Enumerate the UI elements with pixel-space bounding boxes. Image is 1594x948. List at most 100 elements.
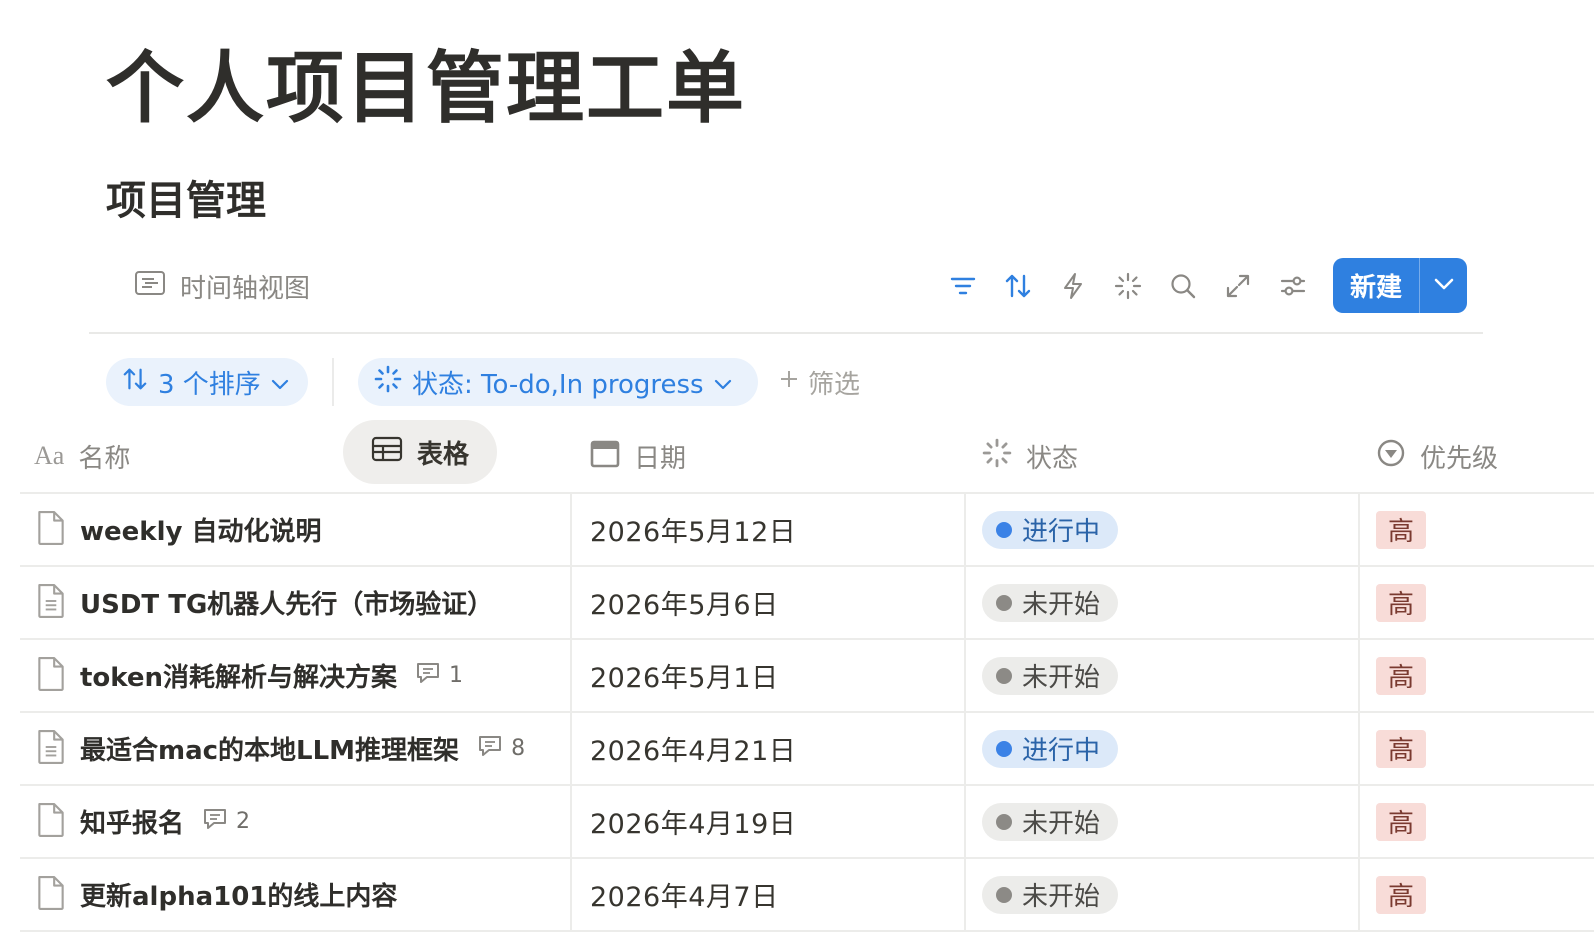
status-badge: 未开始 (982, 802, 1119, 841)
status-label: 未开始 (1022, 809, 1101, 839)
cell-status[interactable]: 未开始 (964, 786, 1358, 857)
status-badge: 未开始 (982, 583, 1119, 622)
status-loader-icon (982, 438, 1012, 475)
date-value: 2026年4月7日 (590, 882, 779, 913)
status-dot-icon (996, 886, 1012, 903)
search-icon[interactable] (1164, 266, 1202, 306)
row-title[interactable]: 更新alpha101的线上内容 (80, 876, 397, 913)
filter-icon[interactable] (944, 266, 982, 306)
page-text-icon (36, 583, 66, 623)
column-header-status-label: 状态 (1026, 443, 1079, 474)
cell-date[interactable]: 2026年4月7日 (570, 859, 964, 930)
status-dot-icon (996, 667, 1012, 684)
comment-count[interactable]: 1 (415, 661, 463, 691)
comment-count-value: 2 (236, 809, 251, 834)
column-header-name[interactable]: Aa 名称 (20, 420, 570, 492)
priority-badge: 高 (1376, 875, 1426, 914)
cell-status[interactable]: 未开始 (964, 567, 1358, 638)
cell-priority[interactable]: 高 (1358, 567, 1594, 638)
date-value: 2026年5月1日 (590, 663, 779, 694)
status-filter-label: 状态: To-do,In progress (412, 369, 704, 400)
date-value: 2026年5月6日 (590, 590, 779, 621)
cell-priority[interactable]: 高 (1358, 713, 1594, 784)
cell-priority[interactable]: 高 (1358, 640, 1594, 711)
cell-date[interactable]: 2026年4月19日 (570, 786, 964, 857)
column-header-status[interactable]: 状态 (964, 420, 1358, 492)
cell-name[interactable]: 知乎报名 2 (20, 786, 570, 857)
priority-badge: 高 (1376, 510, 1426, 549)
comment-count[interactable]: 8 (477, 734, 525, 764)
ai-sparkle-icon[interactable] (1109, 266, 1147, 306)
column-header-date[interactable]: 日期 (570, 420, 964, 492)
column-header-name-label: 名称 (78, 443, 131, 474)
calendar-icon (590, 438, 620, 475)
row-title[interactable]: 最适合mac的本地LLM推理框架 (80, 730, 459, 767)
chevron-down-icon (1433, 276, 1455, 295)
status-badge: 进行中 (982, 510, 1119, 549)
page-icon (36, 656, 66, 696)
cell-date[interactable]: 2026年4月21日 (570, 713, 964, 784)
add-filter-button[interactable]: 筛选 (778, 362, 860, 402)
table-row[interactable]: 知乎报名 2 2026年4月19日 未开始 高 (20, 786, 1594, 859)
status-label: 未开始 (1022, 663, 1101, 693)
status-filter-chip[interactable]: 状态: To-do,In progress (358, 358, 758, 406)
cell-name[interactable]: 更新alpha101的线上内容 (20, 859, 570, 930)
sort-chip-label: 3 个排序 (158, 369, 261, 400)
timeline-icon (134, 269, 166, 304)
expand-icon[interactable] (1219, 266, 1257, 306)
comment-count[interactable]: 2 (202, 807, 250, 837)
status-label: 未开始 (1022, 590, 1101, 620)
page-icon (36, 510, 66, 550)
automation-icon[interactable] (1054, 266, 1092, 306)
cell-status[interactable]: 未开始 (964, 640, 1358, 711)
cell-priority[interactable]: 高 (1358, 786, 1594, 857)
status-dot-icon (996, 594, 1012, 611)
table-row[interactable]: 更新alpha101的线上内容 2026年4月7日 未开始 高 (20, 859, 1594, 932)
sort-icon[interactable] (999, 266, 1037, 306)
cell-name[interactable]: token消耗解析与解决方案 1 (20, 640, 570, 711)
comment-count-value: 1 (449, 663, 464, 688)
table-row[interactable]: token消耗解析与解决方案 1 2026年5月1日 未开始 高 (20, 640, 1594, 713)
settings-sliders-icon[interactable] (1274, 266, 1312, 306)
view-divider (89, 332, 1483, 334)
column-header-priority-label: 优先级 (1420, 443, 1499, 474)
status-badge: 未开始 (982, 656, 1119, 695)
row-title[interactable]: weekly 自动化说明 (80, 511, 322, 548)
table-row[interactable]: USDT TG机器人先行（市场验证） 2026年5月6日 未开始 高 (20, 567, 1594, 640)
priority-badge: 高 (1376, 802, 1426, 841)
cell-date[interactable]: 2026年5月1日 (570, 640, 964, 711)
page-text-icon (36, 729, 66, 769)
new-button-label[interactable]: 新建 (1333, 258, 1419, 313)
priority-badge: 高 (1376, 656, 1426, 695)
row-title[interactable]: token消耗解析与解决方案 (80, 657, 397, 694)
status-badge: 未开始 (982, 875, 1119, 914)
new-button[interactable]: 新建 (1333, 258, 1467, 313)
row-title[interactable]: 知乎报名 (80, 803, 184, 840)
row-title[interactable]: USDT TG机器人先行（市场验证） (80, 584, 493, 621)
sort-icon (122, 366, 148, 399)
cell-status[interactable]: 进行中 (964, 713, 1358, 784)
table-row[interactable]: 最适合mac的本地LLM推理框架 8 2026年4月21日 进行中 高 (20, 713, 1594, 786)
page-icon (36, 802, 66, 842)
status-dot-icon (996, 521, 1012, 538)
cell-name[interactable]: weekly 自动化说明 (20, 494, 570, 565)
database-title[interactable]: 项目管理 (106, 168, 266, 226)
status-loader-icon (374, 365, 402, 400)
new-dropdown-button[interactable] (1420, 258, 1467, 313)
cell-priority[interactable]: 高 (1358, 859, 1594, 930)
cell-name[interactable]: 最适合mac的本地LLM推理框架 8 (20, 713, 570, 784)
tab-timeline-label: 时间轴视图 (180, 273, 311, 304)
column-header-priority[interactable]: 优先级 (1358, 420, 1594, 492)
table-row[interactable]: weekly 自动化说明 2026年5月12日 进行中 高 (20, 494, 1594, 567)
cell-priority[interactable]: 高 (1358, 494, 1594, 565)
tab-timeline-view[interactable]: 时间轴视图 (106, 254, 338, 318)
chevron-down-icon (714, 367, 732, 397)
cell-date[interactable]: 2026年5月12日 (570, 494, 964, 565)
cell-date[interactable]: 2026年5月6日 (570, 567, 964, 638)
table-body: weekly 自动化说明 2026年5月12日 进行中高 USDT TG机器人先行（市… (20, 494, 1594, 932)
cell-status[interactable]: 未开始 (964, 859, 1358, 930)
cell-status[interactable]: 进行中 (964, 494, 1358, 565)
cell-name[interactable]: USDT TG机器人先行（市场验证） (20, 567, 570, 638)
comment-icon (415, 661, 441, 691)
sort-chip[interactable]: 3 个排序 (106, 358, 308, 406)
